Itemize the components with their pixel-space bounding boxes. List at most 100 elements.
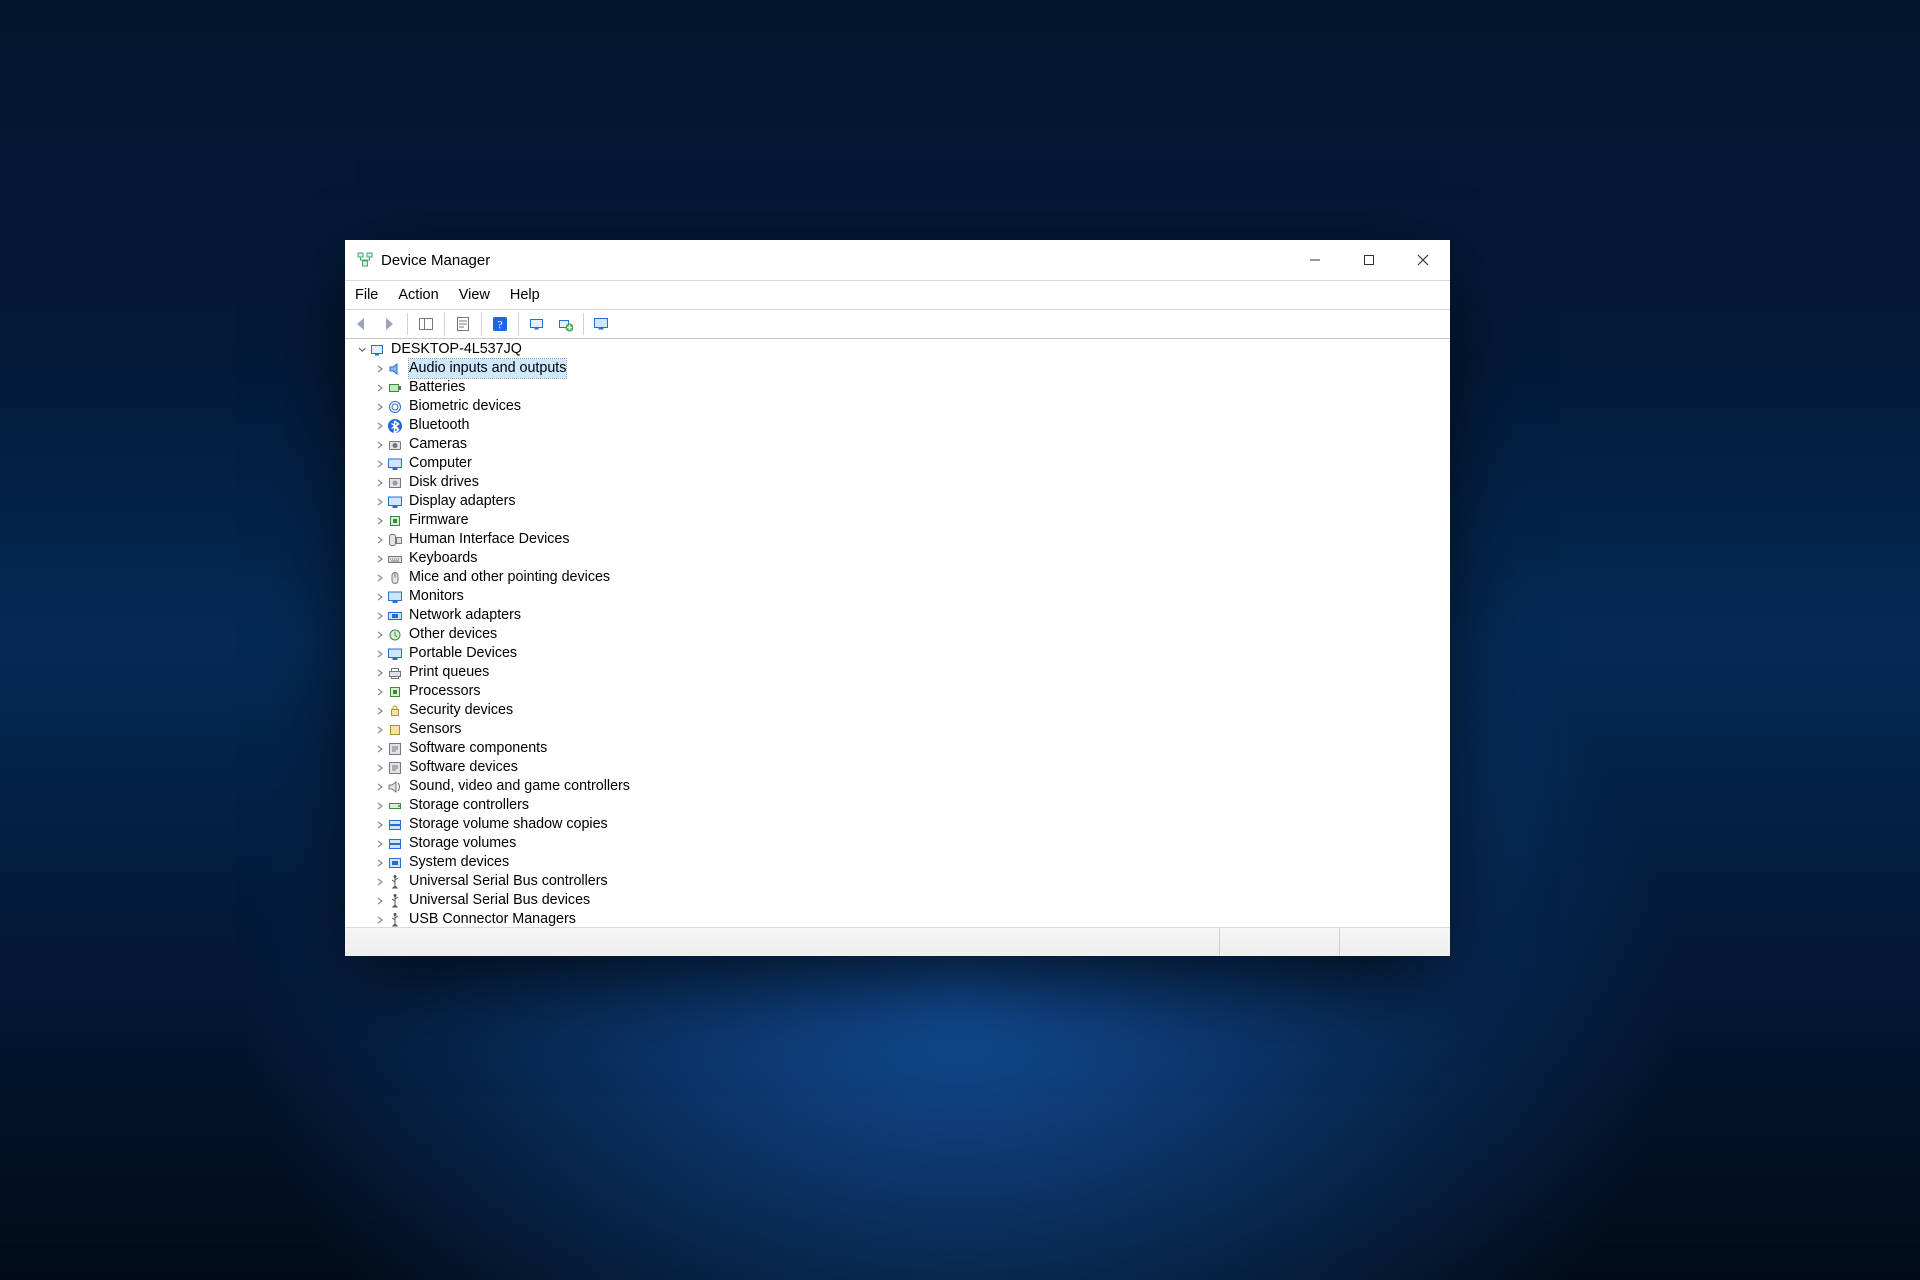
- tree-item[interactable]: Firmware: [345, 511, 1450, 530]
- softdev-icon: [387, 760, 403, 776]
- expand-arrow-icon[interactable]: [373, 516, 387, 526]
- tree-item[interactable]: Universal Serial Bus controllers: [345, 872, 1450, 891]
- tree-item[interactable]: Computer: [345, 454, 1450, 473]
- tree-item-label: Mice and other pointing devices: [409, 568, 610, 587]
- expand-collapse-icon[interactable]: [355, 345, 369, 355]
- expand-arrow-icon[interactable]: [373, 478, 387, 488]
- tree-item[interactable]: Storage volume shadow copies: [345, 815, 1450, 834]
- tree-root[interactable]: DESKTOP-4L537JQ: [345, 340, 1450, 359]
- expand-arrow-icon[interactable]: [373, 630, 387, 640]
- tree-item-label: Disk drives: [409, 473, 479, 492]
- tree-item[interactable]: Portable Devices: [345, 644, 1450, 663]
- expand-arrow-icon[interactable]: [373, 573, 387, 583]
- tree-item[interactable]: Sensors: [345, 720, 1450, 739]
- show-hide-tree-button[interactable]: [414, 312, 438, 336]
- tree-item[interactable]: Print queues: [345, 663, 1450, 682]
- expand-arrow-icon[interactable]: [373, 554, 387, 564]
- device-toolbar-button[interactable]: [590, 312, 614, 336]
- tree-item-label: Network adapters: [409, 606, 521, 625]
- menu-action[interactable]: Action: [388, 285, 448, 305]
- tree-item[interactable]: Bluetooth: [345, 416, 1450, 435]
- network-icon: [387, 608, 403, 624]
- expand-arrow-icon[interactable]: [373, 497, 387, 507]
- expand-arrow-icon[interactable]: [373, 668, 387, 678]
- toolbar-separator: [481, 313, 482, 335]
- expand-arrow-icon[interactable]: [373, 592, 387, 602]
- chip-icon: [387, 513, 403, 529]
- expand-arrow-icon[interactable]: [373, 744, 387, 754]
- menu-help[interactable]: Help: [500, 285, 550, 305]
- tree-item[interactable]: Batteries: [345, 378, 1450, 397]
- expand-arrow-icon[interactable]: [373, 364, 387, 374]
- scan-hardware-button[interactable]: [525, 312, 549, 336]
- tree-item[interactable]: System devices: [345, 853, 1450, 872]
- expand-arrow-icon[interactable]: [373, 877, 387, 887]
- expand-arrow-icon[interactable]: [373, 459, 387, 469]
- menu-bar: File Action View Help: [345, 281, 1450, 310]
- tree-item[interactable]: Security devices: [345, 701, 1450, 720]
- tree-item-label: Storage controllers: [409, 796, 529, 815]
- expand-arrow-icon[interactable]: [373, 706, 387, 716]
- tree-item[interactable]: Software components: [345, 739, 1450, 758]
- expand-arrow-icon[interactable]: [373, 383, 387, 393]
- add-legacy-button[interactable]: [553, 312, 577, 336]
- tree-item-label: Other devices: [409, 625, 497, 644]
- tree-item[interactable]: Storage controllers: [345, 796, 1450, 815]
- expand-arrow-icon[interactable]: [373, 649, 387, 659]
- expand-arrow-icon[interactable]: [373, 820, 387, 830]
- expand-arrow-icon[interactable]: [373, 421, 387, 431]
- properties-button[interactable]: [451, 312, 475, 336]
- expand-arrow-icon[interactable]: [373, 782, 387, 792]
- tree-item[interactable]: Cameras: [345, 435, 1450, 454]
- usbdev-icon: [387, 893, 403, 909]
- expand-arrow-icon[interactable]: [373, 535, 387, 545]
- other-icon: [387, 627, 403, 643]
- tree-item[interactable]: Monitors: [345, 587, 1450, 606]
- tree-item-label: Processors: [409, 682, 481, 701]
- expand-arrow-icon[interactable]: [373, 687, 387, 697]
- menu-view[interactable]: View: [449, 285, 500, 305]
- device-tree[interactable]: DESKTOP-4L537JQ Audio inputs and outputs…: [345, 338, 1450, 928]
- tree-item[interactable]: Universal Serial Bus devices: [345, 891, 1450, 910]
- tree-item[interactable]: Human Interface Devices: [345, 530, 1450, 549]
- stctrl-icon: [387, 798, 403, 814]
- tree-item[interactable]: Other devices: [345, 625, 1450, 644]
- tree-item[interactable]: Storage volumes: [345, 834, 1450, 853]
- tree-item-label: Sensors: [409, 720, 461, 739]
- status-bar: [345, 927, 1450, 956]
- tree-item[interactable]: Keyboards: [345, 549, 1450, 568]
- expand-arrow-icon[interactable]: [373, 725, 387, 735]
- tree-item[interactable]: Biometric devices: [345, 397, 1450, 416]
- close-button[interactable]: [1396, 240, 1450, 280]
- expand-arrow-icon[interactable]: [373, 915, 387, 925]
- forward-button[interactable]: [377, 312, 401, 336]
- help-button[interactable]: ?: [488, 312, 512, 336]
- tree-item[interactable]: Display adapters: [345, 492, 1450, 511]
- tree-item[interactable]: Sound, video and game controllers: [345, 777, 1450, 796]
- maximize-button[interactable]: [1342, 240, 1396, 280]
- tree-item[interactable]: Audio inputs and outputs: [345, 359, 1450, 378]
- expand-arrow-icon[interactable]: [373, 858, 387, 868]
- expand-arrow-icon[interactable]: [373, 402, 387, 412]
- back-button[interactable]: [349, 312, 373, 336]
- disk-icon: [387, 475, 403, 491]
- tree-item[interactable]: Software devices: [345, 758, 1450, 777]
- expand-arrow-icon[interactable]: [373, 440, 387, 450]
- shadow-icon: [387, 817, 403, 833]
- expand-arrow-icon[interactable]: [373, 896, 387, 906]
- title-bar[interactable]: Device Manager: [345, 240, 1450, 281]
- security-icon: [387, 703, 403, 719]
- tree-item-label: Storage volumes: [409, 834, 516, 853]
- minimize-button[interactable]: [1288, 240, 1342, 280]
- tree-item[interactable]: Disk drives: [345, 473, 1450, 492]
- menu-file[interactable]: File: [345, 285, 388, 305]
- tree-item-label: Batteries: [409, 378, 465, 397]
- expand-arrow-icon[interactable]: [373, 839, 387, 849]
- tree-item[interactable]: USB Connector Managers: [345, 910, 1450, 928]
- expand-arrow-icon[interactable]: [373, 801, 387, 811]
- tree-item[interactable]: Processors: [345, 682, 1450, 701]
- expand-arrow-icon[interactable]: [373, 763, 387, 773]
- tree-item[interactable]: Mice and other pointing devices: [345, 568, 1450, 587]
- expand-arrow-icon[interactable]: [373, 611, 387, 621]
- tree-item[interactable]: Network adapters: [345, 606, 1450, 625]
